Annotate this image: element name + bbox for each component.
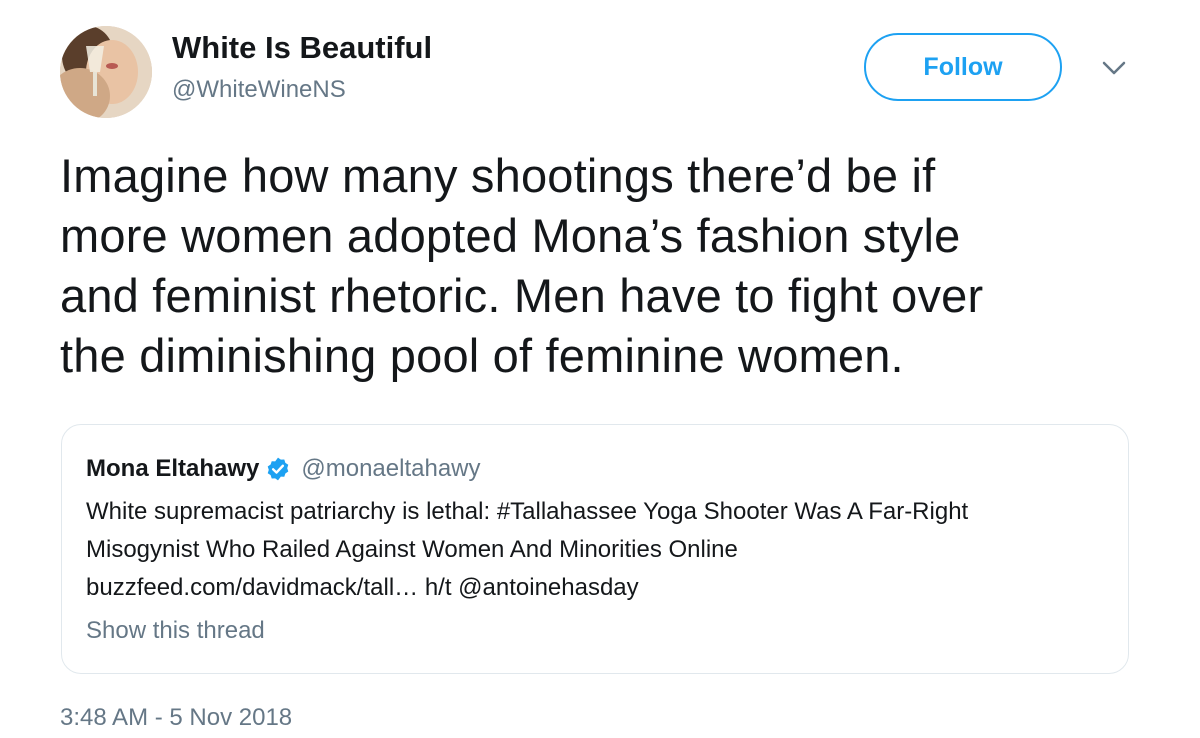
tweet-text-line: Imagine how many shootings there’d be if <box>60 149 936 202</box>
quoted-tweet[interactable]: Mona Eltahawy @monaeltahawy White suprem… <box>61 424 1129 674</box>
avatar-photo <box>60 26 152 118</box>
tweet-text-line: the diminishing pool of feminine women. <box>60 329 904 382</box>
tweet-text-line: more women adopted Mona’s fashion style <box>60 209 961 262</box>
chevron-down-icon <box>1102 61 1126 75</box>
verified-badge-icon <box>265 456 291 482</box>
quoted-tweet-text: White supremacist patriarchy is lethal: … <box>86 493 1106 607</box>
tweet-card: White Is Beautiful @WhiteWineNS Follow I… <box>0 0 1200 738</box>
tweet-timestamp[interactable]: 3:48 AM - 5 Nov 2018 <box>60 704 292 732</box>
tweet-text: Imagine how many shootings there’d be if… <box>60 146 1160 386</box>
quoted-author-name: Mona Eltahawy <box>86 455 260 482</box>
tweet-menu-button[interactable] <box>1098 56 1130 80</box>
quoted-author-handle: @monaeltahawy <box>301 455 481 482</box>
follow-button[interactable]: Follow <box>864 33 1062 101</box>
quoted-text-line: Misogynist Who Railed Against Women And … <box>86 536 738 563</box>
author-handle[interactable]: @WhiteWineNS <box>172 76 346 104</box>
show-thread-link[interactable]: Show this thread <box>86 617 265 645</box>
author-display-name[interactable]: White Is Beautiful <box>172 30 432 66</box>
quoted-text-line: buzzfeed.com/davidmack/tall… h/t @antoin… <box>86 574 639 601</box>
quoted-text-line: White supremacist patriarchy is lethal: … <box>86 498 969 525</box>
quoted-tweet-header: Mona Eltahawy @monaeltahawy <box>86 455 481 483</box>
tweet-text-line: and feminist rhetoric. Men have to fight… <box>60 269 984 322</box>
avatar[interactable] <box>60 26 152 118</box>
